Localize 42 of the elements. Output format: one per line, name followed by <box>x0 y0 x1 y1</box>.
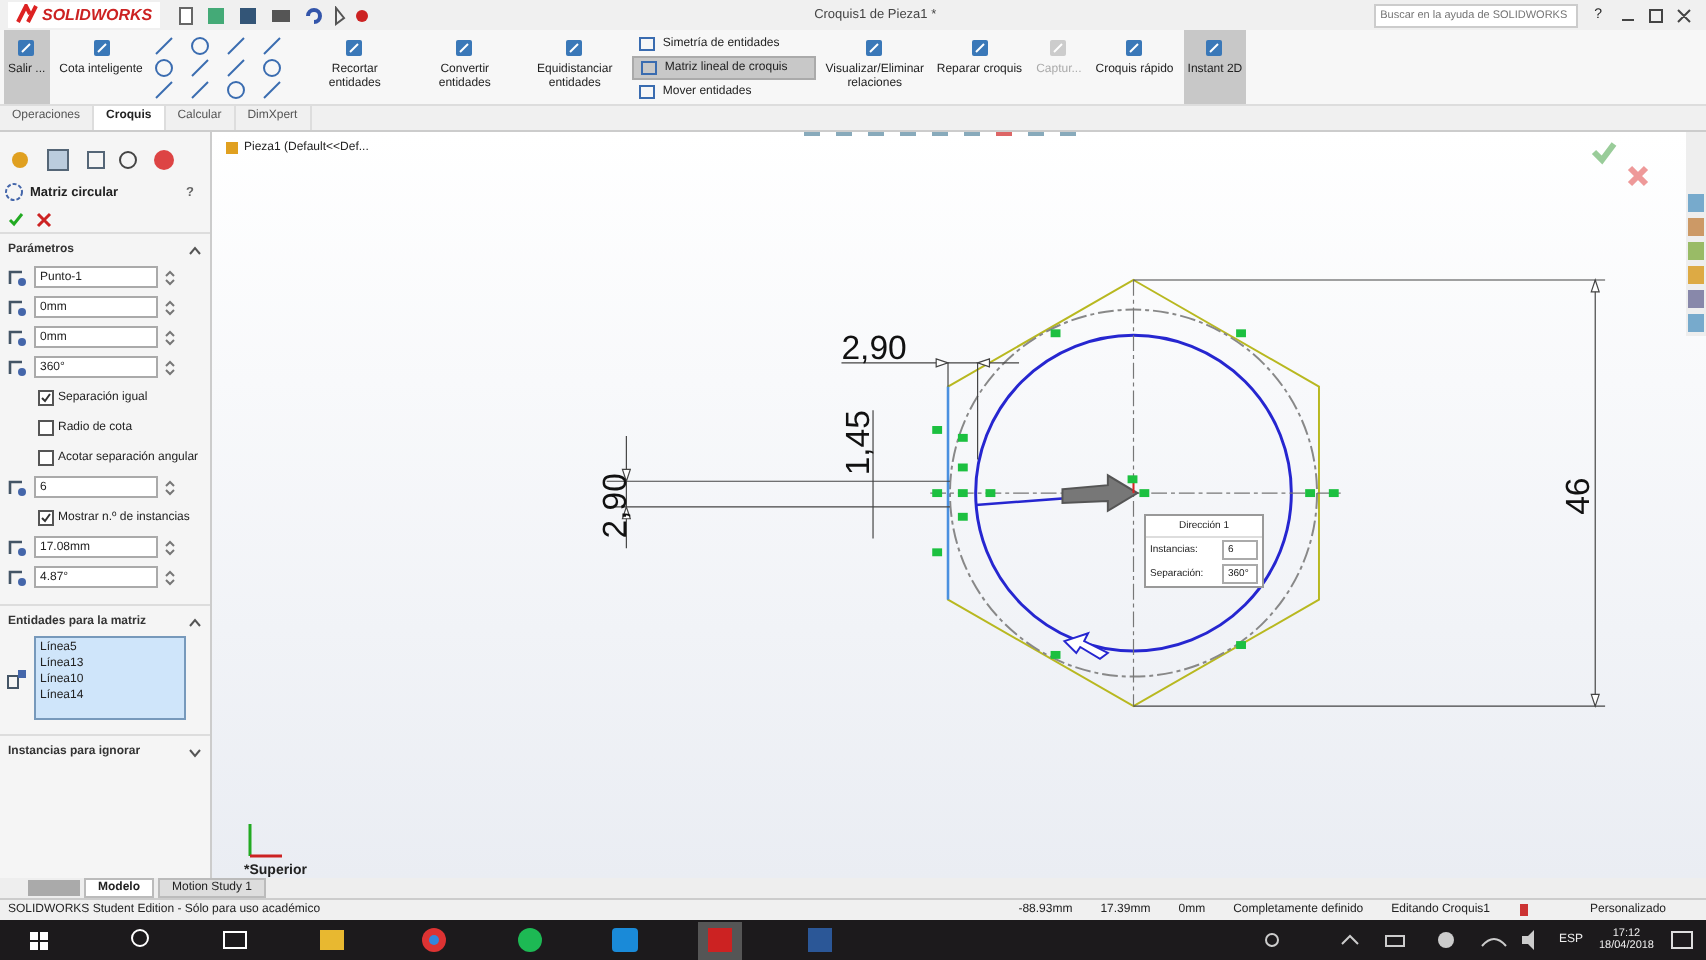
dimension-label[interactable]: 2,90 <box>841 328 907 367</box>
spinner-arrows-icon[interactable] <box>164 537 176 557</box>
parameter-icon <box>6 356 28 378</box>
notifications-icon[interactable] <box>1670 928 1694 952</box>
spinner-arrows-icon[interactable] <box>164 567 176 587</box>
confirmation-corner-icons[interactable] <box>1590 140 1650 192</box>
parameter-icon <box>6 536 28 558</box>
chevron-icon <box>188 747 202 757</box>
tool-icon <box>1202 36 1227 60</box>
ok-check-icon[interactable] <box>8 212 24 228</box>
app-logo[interactable]: SOLIDWORKS <box>8 2 161 28</box>
dimension-label[interactable]: 2,90 <box>596 473 635 539</box>
parameter-icon <box>6 476 28 498</box>
tool-icon <box>14 36 39 60</box>
chevron-icon <box>188 617 202 627</box>
task-pane-icons[interactable] <box>1686 132 1706 336</box>
check-icon <box>40 391 52 403</box>
tool-icon <box>452 36 477 60</box>
part-icon <box>224 140 240 156</box>
tool-icon <box>967 36 992 60</box>
tool-icon <box>562 36 587 60</box>
tool-icon <box>1046 36 1071 60</box>
tool-icon <box>1122 36 1147 60</box>
parameter-icon <box>6 266 28 288</box>
spinner-arrows-icon[interactable] <box>164 357 176 377</box>
circular-pattern-icon <box>4 182 24 202</box>
spinner-arrows-icon[interactable] <box>164 267 176 287</box>
spinner-arrows-icon[interactable] <box>164 297 176 317</box>
tool-icon <box>89 36 114 60</box>
spinner-arrows-icon[interactable] <box>164 327 176 347</box>
dimension-label[interactable]: 1,45 <box>839 410 878 476</box>
check-icon <box>40 511 52 523</box>
parameter-icon <box>6 326 28 348</box>
parameter-icon <box>6 566 28 588</box>
tool-icon <box>862 36 887 60</box>
dimension-label[interactable]: 46 <box>1559 477 1598 515</box>
tool-icon <box>342 36 367 60</box>
cancel-icon[interactable] <box>36 212 52 228</box>
chevron-icon <box>188 245 202 255</box>
parameter-icon <box>6 296 28 318</box>
spinner-arrows-icon[interactable] <box>164 477 176 497</box>
entities-icon <box>6 667 28 689</box>
